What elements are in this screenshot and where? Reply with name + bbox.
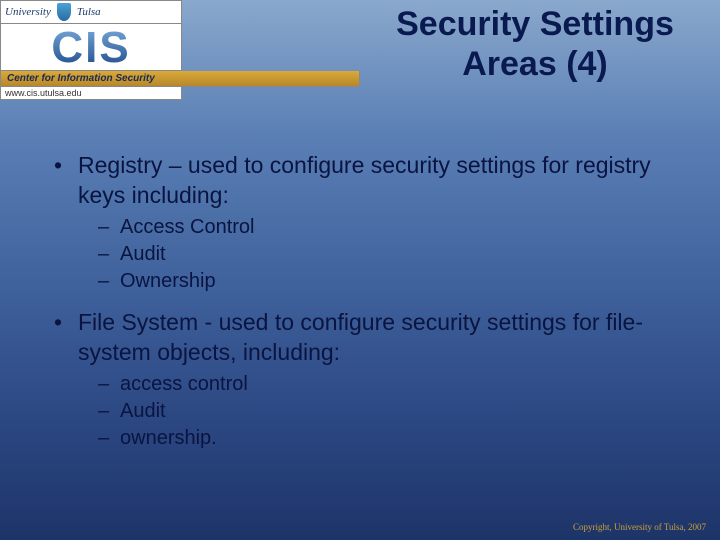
cis-text: CIS xyxy=(1,26,181,70)
bullet-dash-icon: – xyxy=(98,214,120,241)
bullet-dash-icon: – xyxy=(98,241,120,268)
bullet-dash-icon: – xyxy=(98,371,120,398)
bullet-dash-icon: – xyxy=(98,398,120,425)
bullet-text: Audit xyxy=(120,241,166,268)
bullet-level1: • File System - used to configure securi… xyxy=(50,307,680,367)
bullet-text: Ownership xyxy=(120,268,216,295)
bullet-dash-icon: – xyxy=(98,425,120,452)
bullet-text: ownership. xyxy=(120,425,217,452)
copyright: Copyright, University of Tulsa, 2007 xyxy=(573,522,706,532)
url-text: www.cis.utulsa.edu xyxy=(0,87,182,100)
shield-icon xyxy=(57,3,71,21)
bullet-level2: – access control xyxy=(98,371,680,398)
bullet-text: access control xyxy=(120,371,248,398)
bullet-level2: – Access Control xyxy=(98,214,680,241)
bullet-dash-icon: – xyxy=(98,268,120,295)
university-text-left: University xyxy=(5,6,51,18)
header: University Tulsa CIS Center for Informat… xyxy=(0,0,720,100)
bullet-dot-icon: • xyxy=(50,150,78,210)
content: • Registry – used to configure security … xyxy=(50,150,680,452)
bullet-level2: – ownership. xyxy=(98,425,680,452)
bullet-text: Audit xyxy=(120,398,166,425)
bullet-level2: – Audit xyxy=(98,398,680,425)
bullet-level2: – Audit xyxy=(98,241,680,268)
university-text-right: Tulsa xyxy=(77,6,101,18)
university-logo: University Tulsa xyxy=(0,0,182,24)
bullet-dot-icon: • xyxy=(50,307,78,367)
bullet-text: Access Control xyxy=(120,214,255,241)
cis-logo: CIS xyxy=(0,24,182,71)
bullet-level2: – Ownership xyxy=(98,268,680,295)
bullet-text: Registry – used to configure security se… xyxy=(78,150,680,210)
bullet-text: File System - used to configure security… xyxy=(78,307,680,367)
center-bar: Center for Information Security xyxy=(0,71,360,87)
slide: University Tulsa CIS Center for Informat… xyxy=(0,0,720,540)
logo-block: University Tulsa CIS Center for Informat… xyxy=(0,0,360,100)
slide-title: Security Settings Areas (4) xyxy=(360,0,720,84)
bullet-level1: • Registry – used to configure security … xyxy=(50,150,680,210)
